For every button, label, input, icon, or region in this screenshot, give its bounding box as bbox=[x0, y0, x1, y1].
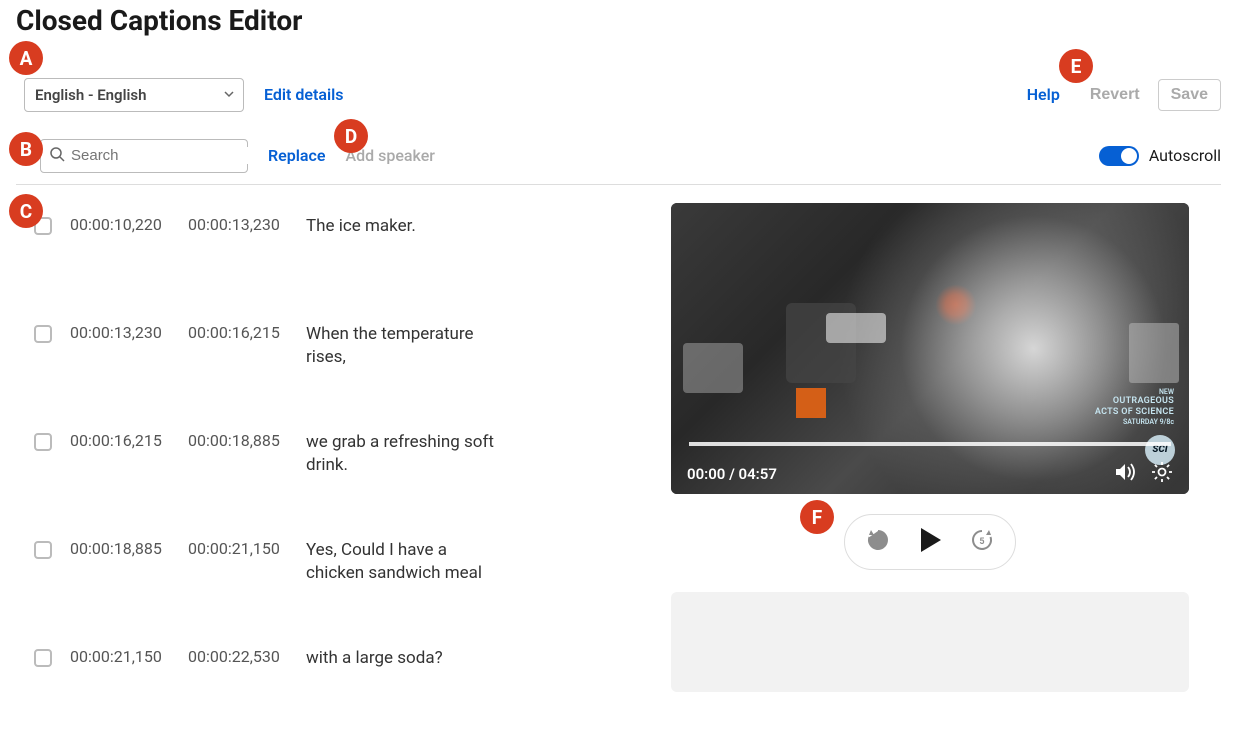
second-toolbar: Replace Add speaker Autoscroll bbox=[8, 138, 1229, 174]
edit-details-link[interactable]: Edit details bbox=[264, 85, 344, 104]
caption-start-time[interactable]: 00:00:16,215 bbox=[70, 431, 170, 450]
autoscroll-toggle[interactable] bbox=[1099, 146, 1139, 166]
captions-list[interactable]: 00:00:10,220 00:00:13,230 The ice maker.… bbox=[8, 203, 651, 723]
help-link[interactable]: Help bbox=[1027, 85, 1060, 104]
caption-checkbox[interactable] bbox=[34, 433, 52, 451]
caption-text[interactable]: The ice maker. bbox=[306, 215, 416, 238]
caption-checkbox[interactable] bbox=[34, 541, 52, 559]
search-box bbox=[40, 139, 248, 173]
caption-start-time[interactable]: 00:00:10,220 bbox=[70, 215, 170, 234]
replace-link[interactable]: Replace bbox=[268, 146, 325, 165]
caption-row[interactable]: 00:00:13,230 00:00:16,215 When the tempe… bbox=[34, 311, 641, 419]
annotation-badge-d: D bbox=[334, 119, 368, 153]
caption-checkbox[interactable] bbox=[34, 325, 52, 343]
svg-text:5: 5 bbox=[875, 537, 880, 547]
caption-text[interactable]: we grab a refreshing soft drink. bbox=[306, 431, 506, 477]
annotation-badge-f: F bbox=[800, 500, 834, 534]
autoscroll-label: Autoscroll bbox=[1149, 146, 1221, 165]
caption-end-time[interactable]: 00:00:13,230 bbox=[188, 215, 288, 234]
svg-text:5: 5 bbox=[979, 537, 984, 547]
play-icon[interactable] bbox=[917, 526, 943, 558]
caption-row[interactable]: 00:00:21,150 00:00:22,530 with a large s… bbox=[34, 635, 641, 723]
search-input[interactable] bbox=[71, 147, 270, 164]
annotation-badge-a: A bbox=[9, 41, 43, 75]
caption-start-time[interactable]: 00:00:21,150 bbox=[70, 647, 170, 666]
video-frame: NEW OUTRAGEOUS ACTS OF SCIENCE SATURDAY … bbox=[671, 203, 1189, 494]
chevron-down-icon bbox=[223, 86, 235, 104]
caption-row[interactable]: 00:00:10,220 00:00:13,230 The ice maker. bbox=[34, 203, 641, 311]
caption-start-time[interactable]: 00:00:18,885 bbox=[70, 539, 170, 558]
annotation-badge-b: B bbox=[9, 132, 43, 166]
language-select-value: English - English bbox=[35, 86, 146, 104]
settings-gear-icon[interactable] bbox=[1151, 461, 1173, 487]
caption-checkbox[interactable] bbox=[34, 649, 52, 667]
top-toolbar: English - English Edit details Help Reve… bbox=[8, 78, 1229, 112]
caption-end-time[interactable]: 00:00:22,530 bbox=[188, 647, 288, 666]
video-pane: NEW OUTRAGEOUS ACTS OF SCIENCE SATURDAY … bbox=[651, 203, 1229, 723]
save-button[interactable]: Save bbox=[1158, 79, 1221, 111]
annotation-badge-c: C bbox=[9, 194, 43, 228]
rewind-5-icon[interactable]: 5 bbox=[865, 527, 891, 557]
video-overlay-text: NEW OUTRAGEOUS ACTS OF SCIENCE SATURDAY … bbox=[1095, 388, 1174, 426]
video-time-display: 00:00 / 04:57 bbox=[687, 465, 777, 483]
caption-end-time[interactable]: 00:00:16,215 bbox=[188, 323, 288, 342]
caption-row[interactable]: 00:00:16,215 00:00:18,885 we grab a refr… bbox=[34, 419, 641, 527]
page-title: Closed Captions Editor bbox=[16, 4, 1229, 38]
video-player[interactable]: NEW OUTRAGEOUS ACTS OF SCIENCE SATURDAY … bbox=[671, 203, 1189, 494]
caption-text[interactable]: Yes, Could I have a chicken sandwich mea… bbox=[306, 539, 506, 585]
caption-end-time[interactable]: 00:00:21,150 bbox=[188, 539, 288, 558]
playback-controls: 5 5 bbox=[844, 514, 1016, 570]
caption-start-time[interactable]: 00:00:13,230 bbox=[70, 323, 170, 342]
caption-text[interactable]: with a large soda? bbox=[306, 647, 443, 670]
search-icon bbox=[49, 146, 65, 166]
current-caption-panel bbox=[671, 592, 1189, 692]
annotation-badge-e: E bbox=[1059, 49, 1093, 83]
caption-row[interactable]: 00:00:18,885 00:00:21,150 Yes, Could I h… bbox=[34, 527, 641, 635]
caption-text[interactable]: When the temperature rises, bbox=[306, 323, 506, 369]
video-progress-bar[interactable] bbox=[689, 442, 1171, 446]
volume-icon[interactable] bbox=[1113, 461, 1137, 487]
caption-end-time[interactable]: 00:00:18,885 bbox=[188, 431, 288, 450]
revert-button[interactable]: Revert bbox=[1080, 80, 1150, 110]
video-controls-bar: 00:00 / 04:57 bbox=[671, 454, 1189, 494]
language-select[interactable]: English - English bbox=[24, 78, 244, 112]
forward-5-icon[interactable]: 5 bbox=[969, 527, 995, 557]
